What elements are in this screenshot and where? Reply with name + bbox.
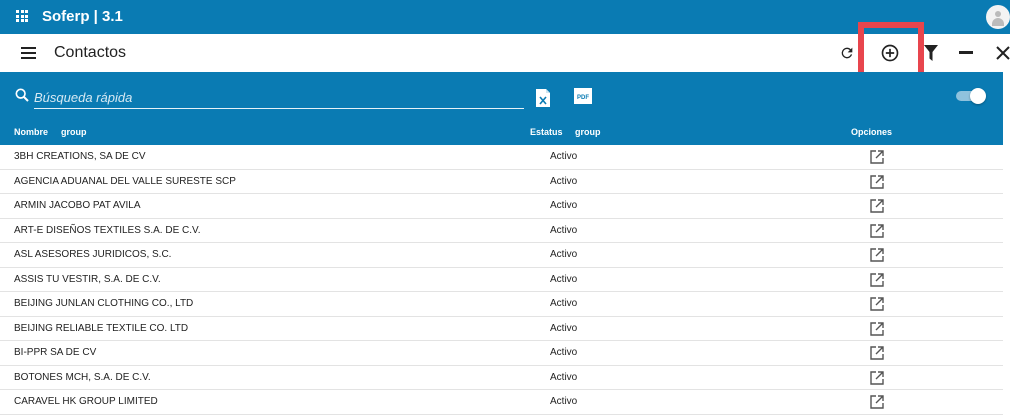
table-row[interactable]: ASL ASESORES JURIDICOS, S.C. Activo <box>0 243 1003 268</box>
page-title: Contactos <box>54 44 127 61</box>
cell-status: Activo <box>550 347 578 358</box>
pdf-file-icon[interactable]: PDF <box>574 88 592 109</box>
table-row[interactable]: 3BH CREATIONS, SA DE CV Activo <box>0 145 1003 170</box>
search-icon <box>14 87 30 108</box>
table-row[interactable]: ART-E DISEÑOS TEXTILES S.A. DE C.V. Acti… <box>0 219 1003 244</box>
cell-status: Activo <box>550 224 578 236</box>
table-row[interactable]: BEIJING RELIABLE TEXTILE CO. LTD Activo <box>0 317 1003 342</box>
app-title: Soferp | 3.1 <box>42 8 123 25</box>
open-in-new-icon[interactable] <box>869 272 885 293</box>
open-in-new-icon[interactable] <box>869 223 885 244</box>
excel-file-icon[interactable] <box>534 88 552 113</box>
avatar-body <box>992 18 1004 26</box>
table-row[interactable]: AGENCIA ADUANAL DEL VALLE SURESTE SCP Ac… <box>0 170 1003 195</box>
col-header-status[interactable]: Estatus <box>530 127 563 137</box>
pdf-label: PDF <box>577 95 589 101</box>
cell-status: Activo <box>550 200 578 211</box>
cell-status: Activo <box>550 322 578 334</box>
search-input[interactable] <box>34 86 524 109</box>
cell-name: BOTONES MCH, S.A. DE C.V. <box>14 371 151 383</box>
cell-name: BI-PPR SA DE CV <box>14 347 97 358</box>
table-header-bar: PDF Nombre group Estatus group Opciones <box>0 72 1003 145</box>
menu-icon[interactable] <box>21 47 36 59</box>
table-row[interactable]: ASSIS TU VESTIR, S.A. DE C.V. Activo <box>0 268 1003 293</box>
cell-name: 3BH CREATIONS, SA DE CV <box>14 151 146 162</box>
cell-name: CARAVEL HK GROUP LIMITED <box>14 396 158 407</box>
cell-name: BEIJING RELIABLE TEXTILE CO. LTD <box>14 322 189 334</box>
table-row[interactable]: BI-PPR SA DE CV Activo <box>0 341 1003 366</box>
open-in-new-icon[interactable] <box>869 149 885 170</box>
cell-name: ARMIN JACOBO PAT AVILA <box>14 200 141 211</box>
close-icon[interactable] <box>989 39 1010 67</box>
refresh-icon[interactable] <box>833 39 861 67</box>
contacts-table: 3BH CREATIONS, SA DE CV Activo AGENCIA A… <box>0 145 1003 415</box>
col-header-name[interactable]: Nombre <box>14 127 48 137</box>
open-in-new-icon[interactable] <box>869 198 885 219</box>
table-row[interactable]: CARAVEL HK GROUP LIMITED Activo <box>0 390 1003 415</box>
open-in-new-icon[interactable] <box>869 321 885 342</box>
cell-status: Activo <box>550 396 578 407</box>
open-in-new-icon[interactable] <box>869 247 885 268</box>
table-row[interactable]: ARMIN JACOBO PAT AVILA Activo <box>0 194 1003 219</box>
view-toggle[interactable] <box>956 88 986 104</box>
cell-status: Activo <box>550 273 578 285</box>
open-in-new-icon[interactable] <box>869 174 885 195</box>
apps-grid-icon[interactable] <box>16 10 28 22</box>
open-in-new-icon[interactable] <box>869 296 885 317</box>
cell-name: ASSIS TU VESTIR, S.A. DE C.V. <box>14 273 161 285</box>
cell-name: BEIJING JUNLAN CLOTHING CO., LTD <box>14 298 194 309</box>
cell-name: ART-E DISEÑOS TEXTILES S.A. DE C.V. <box>14 224 201 236</box>
cell-status: Activo <box>550 371 578 383</box>
avatar-head <box>995 11 1001 17</box>
open-in-new-icon[interactable] <box>869 394 885 415</box>
cell-status: Activo <box>550 298 578 309</box>
col-header-options: Opciones <box>851 127 893 137</box>
table-row[interactable]: BEIJING JUNLAN CLOTHING CO., LTD Activo <box>0 292 1003 317</box>
cell-status: Activo <box>550 151 578 162</box>
col-header-status-group[interactable]: group <box>575 127 601 137</box>
col-header-name-group[interactable]: group <box>61 127 87 137</box>
user-avatar[interactable] <box>986 5 1010 29</box>
toggle-knob <box>970 88 986 104</box>
cell-name: AGENCIA ADUANAL DEL VALLE SURESTE SCP <box>14 175 236 187</box>
minimize-icon[interactable] <box>952 39 980 67</box>
table-row[interactable]: BOTONES MCH, S.A. DE C.V. Activo <box>0 366 1003 391</box>
cell-status: Activo <box>550 249 578 260</box>
open-in-new-icon[interactable] <box>869 345 885 366</box>
cell-name: ASL ASESORES JURIDICOS, S.C. <box>14 249 172 260</box>
cell-status: Activo <box>550 175 578 187</box>
open-in-new-icon[interactable] <box>869 370 885 391</box>
